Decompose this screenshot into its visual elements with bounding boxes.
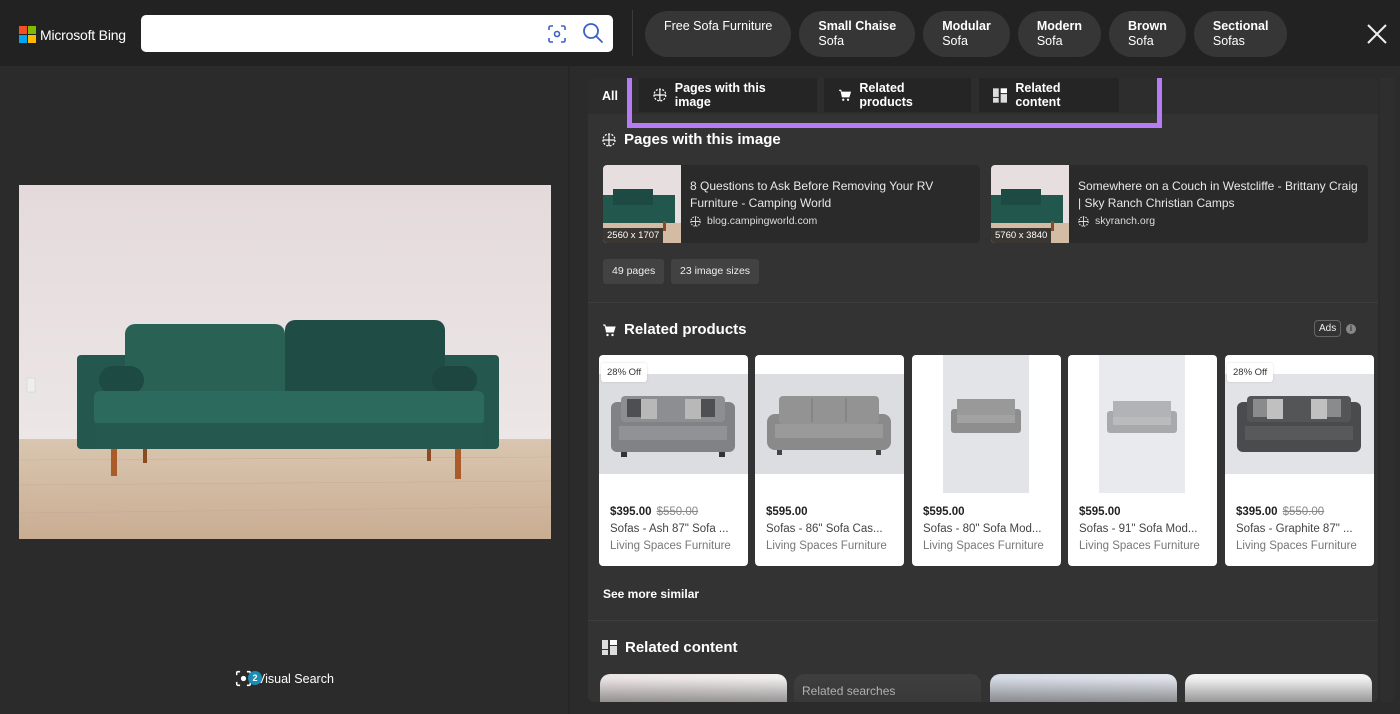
product-name: Sofas - 86" Sofa Cas... <box>766 523 883 535</box>
info-icon[interactable]: i <box>1346 324 1356 334</box>
product-price: $395.00 $550.00 <box>1236 506 1325 518</box>
image-dimensions: 5760 x 3840 <box>991 228 1052 243</box>
product-price: $595.00 <box>923 506 965 518</box>
ads-label: Ads <box>1314 320 1342 337</box>
grid-icon <box>602 640 617 655</box>
product-card[interactable]: $595.00 Sofas - 80" Sofa Mod... Living S… <box>912 355 1061 566</box>
products-section-title: Related products <box>602 321 747 338</box>
product-name: Sofas - 80" Sofa Mod... <box>923 523 1042 535</box>
page-domain: blog.campingworld.com <box>690 215 817 227</box>
visual-search-count-badge: 2 <box>248 671 262 685</box>
product-name: Sofas - Ash 87" Sofa ... <box>610 523 729 535</box>
related-content-card[interactable] <box>1185 674 1372 702</box>
globe-icon <box>602 132 616 147</box>
product-card[interactable]: $595.00 Sofas - 86" Sofa Cas... Living S… <box>755 355 904 566</box>
brand-name: Microsoft Bing <box>40 26 126 43</box>
globe-icon <box>690 215 701 227</box>
product-image <box>599 374 748 474</box>
chip-brown-sofa[interactable]: Brown Sofa <box>1108 11 1186 57</box>
image-dimensions: 2560 x 1707 <box>603 228 664 243</box>
top-bar: Microsoft Bing Free Sofa Furniture Small… <box>0 0 1400 66</box>
page-result-card[interactable]: 5760 x 3840 Somewhere on a Couch in West… <box>991 165 1368 243</box>
pages-section-title: Pages with this image <box>602 131 781 148</box>
original-price: $550.00 <box>656 506 699 518</box>
main-image-green-sofa[interactable] <box>19 185 551 539</box>
close-icon[interactable] <box>1366 23 1388 45</box>
product-card[interactable]: 28% Off $395.00 $550.00 Sofas - Graphite … <box>1225 355 1374 566</box>
product-name: Sofas - Graphite 87" ... <box>1236 523 1353 535</box>
chip-modern-sofa[interactable]: Modern Sofa <box>1017 11 1101 57</box>
product-price: $595.00 <box>766 506 808 518</box>
related-content-card[interactable] <box>990 674 1177 702</box>
chip-free-sofa-furniture[interactable]: Free Sofa Furniture <box>645 11 792 57</box>
product-image <box>1225 374 1374 474</box>
details-panel: All Pages with this image Related produc… <box>588 78 1378 702</box>
product-seller: Living Spaces Furniture <box>1236 540 1357 552</box>
search-input[interactable] <box>151 21 531 45</box>
tab-all[interactable]: All <box>602 89 618 103</box>
chip-small-chaise-sofa[interactable]: Small Chaise Sofa <box>799 11 916 57</box>
page-title[interactable]: 8 Questions to Ask Before Removing Your … <box>690 178 975 212</box>
page-result-card[interactable]: 2560 x 1707 8 Questions to Ask Before Re… <box>603 165 980 243</box>
product-seller: Living Spaces Furniture <box>610 540 731 552</box>
related-searches-label: Related searches <box>802 684 896 698</box>
visual-search-icon[interactable] <box>547 24 567 44</box>
search-icon[interactable] <box>582 22 604 44</box>
image-sizes-pill[interactable]: 23 image sizes <box>671 259 760 284</box>
product-image <box>755 374 904 474</box>
related-searches-card[interactable]: Related searches <box>794 674 981 702</box>
details-pane: All Pages with this image Related produc… <box>570 66 1400 714</box>
related-content-card[interactable] <box>600 674 787 702</box>
product-seller: Living Spaces Furniture <box>766 540 887 552</box>
section-divider <box>588 302 1378 303</box>
microsoft-logo-icon <box>19 26 36 43</box>
scrollbar[interactable] <box>1380 78 1394 702</box>
product-card[interactable]: $595.00 Sofas - 91" Sofa Mod... Living S… <box>1068 355 1217 566</box>
discount-badge: 28% Off <box>601 363 648 382</box>
related-searches-chips: Free Sofa Furniture Small Chaise Sofa Mod… <box>645 11 1288 57</box>
bing-logo[interactable]: Microsoft Bing <box>19 26 126 43</box>
globe-icon <box>1078 215 1089 227</box>
page-title[interactable]: Somewhere on a Couch in Westcliffe - Bri… <box>1078 178 1363 212</box>
divider <box>632 10 633 56</box>
product-image <box>943 355 1029 493</box>
original-price: $550.00 <box>1282 506 1325 518</box>
page-domain: skyranch.org <box>1078 215 1155 227</box>
product-seller: Living Spaces Furniture <box>923 540 1044 552</box>
pages-count-pill[interactable]: 49 pages <box>603 259 665 284</box>
product-price: $395.00 $550.00 <box>610 506 699 518</box>
discount-badge: 28% Off <box>1227 363 1274 382</box>
search-box <box>141 15 613 52</box>
section-divider <box>588 620 1378 621</box>
see-more-similar-link[interactable]: See more similar <box>603 587 699 601</box>
product-image <box>1099 355 1185 493</box>
tab-bar: All Pages with this image Related produc… <box>588 78 1378 128</box>
product-card[interactable]: 28% Off $395.00 $550.00 Sofas - Ash 87" S… <box>599 355 748 566</box>
tab-highlight-annotation <box>627 78 1162 128</box>
related-content-section-title: Related content <box>602 639 738 656</box>
product-name: Sofas - 91" Sofa Mod... <box>1079 523 1198 535</box>
chip-modular-sofa[interactable]: Modular Sofa <box>923 11 1010 57</box>
product-price: $595.00 <box>1079 506 1121 518</box>
chip-sectional-sofas[interactable]: Sectional Sofas <box>1193 11 1288 57</box>
cart-icon <box>603 324 616 336</box>
visual-search-label: Visual Search <box>257 671 334 686</box>
product-seller: Living Spaces Furniture <box>1079 540 1200 552</box>
